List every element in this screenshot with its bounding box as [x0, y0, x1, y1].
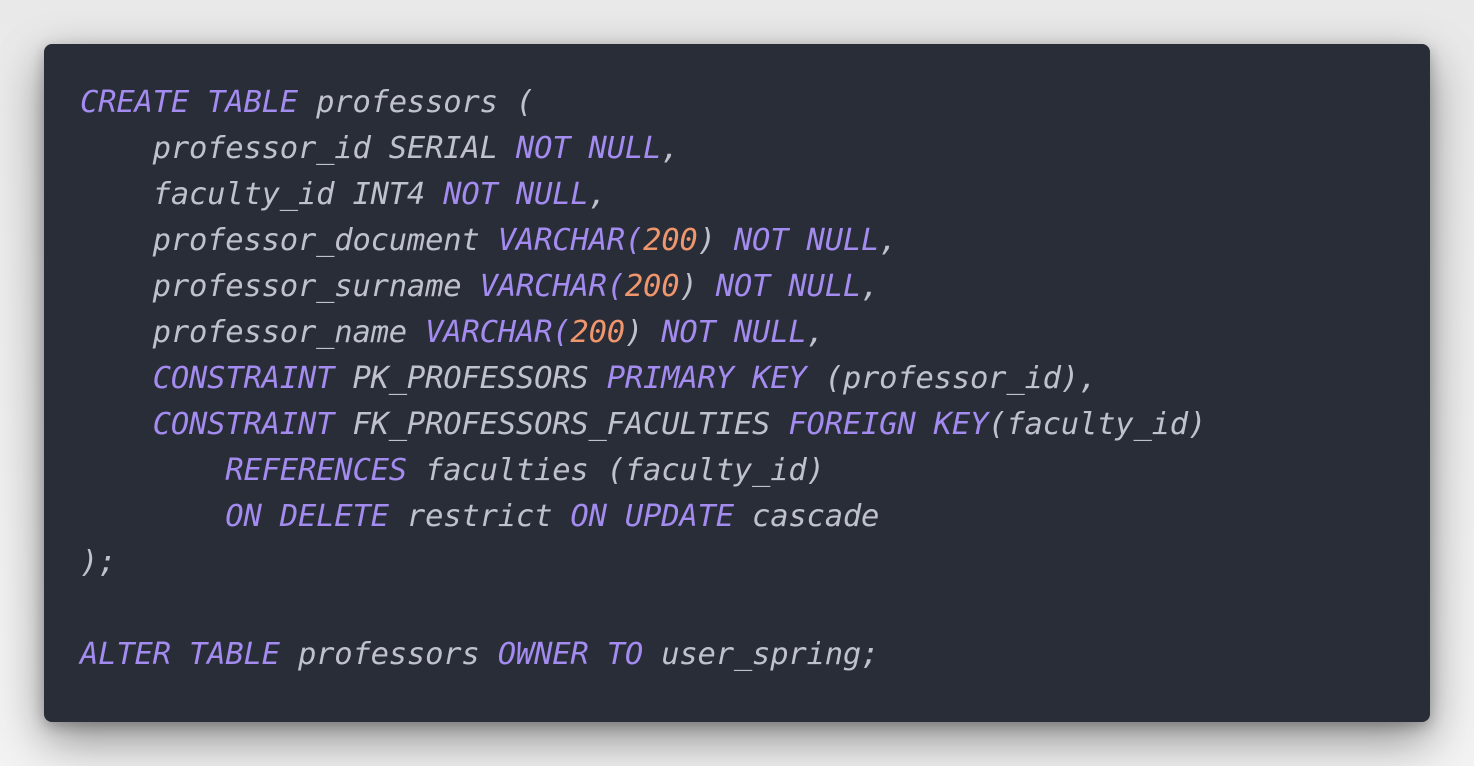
keyword-token: NOT NULL — [661, 315, 807, 350]
punctuation-token: ) — [624, 315, 662, 350]
keyword-token: NOT NULL — [715, 269, 862, 304]
code-line: faculty_id INT4 NOT NULL, — [80, 172, 1206, 218]
identifier-token: (professor_id), — [806, 361, 1098, 396]
code-line: professor_id SERIAL NOT NULL, — [80, 126, 1206, 172]
identifier-token: professors — [279, 637, 498, 672]
number-token: 200 — [570, 315, 625, 350]
punctuation-token: , — [861, 269, 880, 304]
code-snippet-window: CREATE TABLE professors ( professor_id S… — [44, 44, 1430, 722]
keyword-token: ON DELETE — [80, 499, 389, 534]
keyword-token: CONSTRAINT — [80, 361, 335, 396]
keyword-token: PRIMARY KEY — [606, 361, 807, 396]
punctuation-token: , — [588, 177, 607, 212]
identifier-token: PK_PROFESSORS — [334, 361, 607, 396]
keyword-token: NOT NULL — [733, 223, 880, 258]
identifier-token: faculties (faculty_id) — [406, 453, 825, 488]
number-token: 200 — [624, 269, 680, 304]
keyword-token: VARCHAR( — [479, 269, 626, 304]
identifier-token: professor_document — [80, 223, 498, 258]
keyword-token: NOT NULL — [443, 177, 589, 212]
keyword-token: ON UPDATE — [570, 499, 734, 534]
identifier-token: cascade — [733, 499, 880, 534]
keyword-token: OWNER TO — [497, 637, 644, 672]
keyword-token: VARCHAR( — [497, 223, 644, 258]
identifier-token: professors ( — [297, 85, 535, 120]
punctuation-token: ) — [697, 223, 734, 258]
punctuation-token: , — [661, 131, 680, 166]
code-line: professor_surname VARCHAR(200) NOT NULL, — [80, 264, 1206, 310]
identifier-token: professor_surname — [80, 269, 480, 304]
keyword-token: FOREIGN KEY — [788, 407, 989, 442]
code-block: CREATE TABLE professors ( professor_id S… — [80, 80, 1206, 678]
code-line: CONSTRAINT FK_PROFESSORS_FACULTIES FOREI… — [80, 402, 1207, 448]
identifier-token: (faculty_id) — [988, 407, 1207, 442]
punctuation-token: ) — [679, 269, 716, 304]
identifier-token: professor_id SERIAL — [80, 131, 516, 166]
identifier-token: FK_PROFESSORS_FACULTIES — [334, 407, 789, 442]
code-line: professor_name VARCHAR(200) NOT NULL, — [80, 310, 1206, 356]
identifier-token: user_spring; — [643, 637, 880, 672]
keyword-token: ALTER TABLE — [80, 637, 280, 672]
punctuation-token: ); — [80, 545, 117, 580]
code-line: professor_document VARCHAR(200) NOT NULL… — [80, 218, 1206, 264]
keyword-token: CREATE TABLE — [80, 85, 298, 120]
code-line: CREATE TABLE professors ( — [80, 80, 1206, 126]
code-line: CONSTRAINT PK_PROFESSORS PRIMARY KEY (pr… — [80, 356, 1206, 402]
code-line: ); — [80, 540, 1206, 586]
number-token: 200 — [643, 223, 698, 258]
identifier-token: professor_name — [80, 315, 426, 350]
keyword-token: CONSTRAINT — [80, 407, 335, 442]
keyword-token: VARCHAR( — [425, 315, 571, 350]
code-line: REFERENCES faculties (faculty_id) — [80, 448, 1206, 494]
code-line: ON DELETE restrict ON UPDATE cascade — [80, 494, 1206, 540]
punctuation-token: , — [806, 315, 825, 350]
code-line: ALTER TABLE professors OWNER TO user_spr… — [80, 632, 1206, 678]
punctuation-token: , — [879, 223, 898, 258]
identifier-token: faculty_id INT4 — [80, 177, 444, 212]
keyword-token: NOT NULL — [515, 131, 662, 166]
keyword-token: REFERENCES — [80, 453, 407, 488]
identifier-token: restrict — [388, 499, 571, 534]
